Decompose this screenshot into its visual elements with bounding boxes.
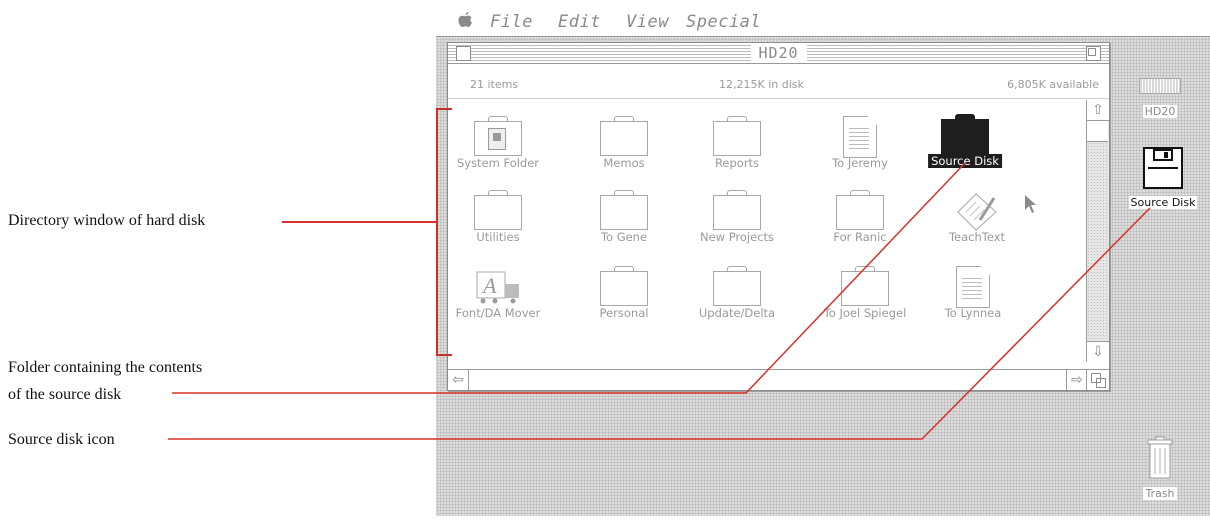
leader-lines bbox=[168, 162, 1151, 440]
leader-line-folder bbox=[172, 162, 966, 394]
leader-line-source-disk bbox=[168, 207, 1151, 440]
